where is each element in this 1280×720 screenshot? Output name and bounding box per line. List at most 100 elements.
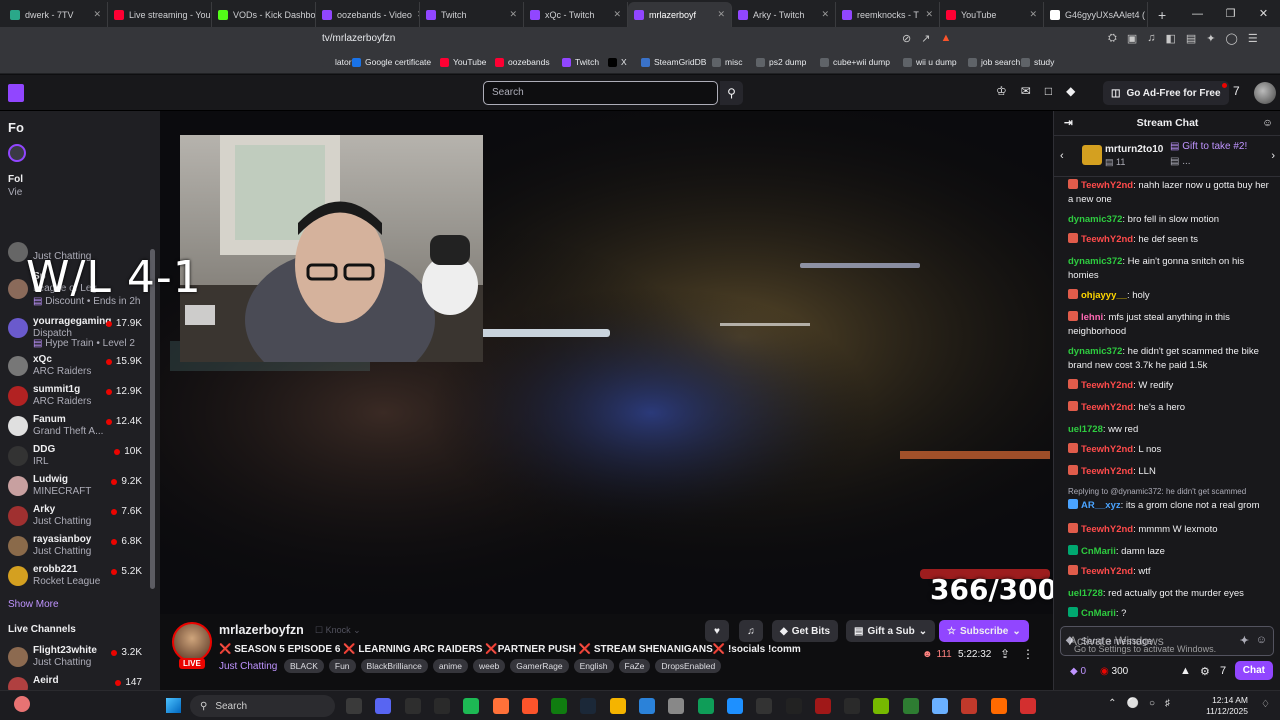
gift-user[interactable]: mrturn2to10 bbox=[1105, 144, 1163, 155]
sidebar-channel[interactable]: Fanum Grand Theft A... 12.4K bbox=[0, 412, 160, 442]
sidebar-channel[interactable]: DDG IRL 10K bbox=[0, 442, 160, 472]
url-text[interactable]: tv/mrlazerboyfzn bbox=[322, 33, 395, 44]
chat-username[interactable]: TeewhY2nd bbox=[1081, 380, 1133, 391]
chat-username[interactable]: lehni bbox=[1081, 312, 1103, 323]
bookmark-item[interactable]: lator bbox=[322, 57, 352, 67]
notifications-button[interactable]: ♫ bbox=[739, 620, 763, 642]
no-tracking-icon[interactable]: ⊘ bbox=[902, 32, 911, 45]
search-button[interactable]: ⚲ bbox=[720, 81, 743, 105]
streamer-avatar[interactable] bbox=[172, 622, 212, 662]
stream-tag[interactable]: DropsEnabled bbox=[655, 659, 722, 673]
taskbar-app-icon[interactable] bbox=[375, 698, 392, 714]
bookmark-item[interactable]: job search bbox=[968, 57, 1020, 67]
tab-close-icon[interactable]: ✕ bbox=[93, 9, 101, 20]
taskbar-app-icon[interactable] bbox=[726, 698, 743, 714]
follow-heart-button[interactable]: ♥ bbox=[705, 620, 729, 642]
taskbar-app-icon[interactable] bbox=[785, 698, 802, 714]
twitch-logo-icon[interactable] bbox=[8, 84, 24, 102]
emote-icon[interactable]: ☺ bbox=[1256, 634, 1267, 646]
channel-points[interactable]: ◉ 300 bbox=[1100, 666, 1128, 677]
taskbar-app-icon[interactable] bbox=[639, 698, 655, 714]
sidebar-avatar[interactable] bbox=[8, 144, 26, 162]
brave-shield-icon[interactable]: ▲ bbox=[940, 32, 951, 45]
live-channel[interactable]: Aeird 147 bbox=[0, 673, 160, 691]
taskbar-app-icon[interactable] bbox=[551, 698, 568, 714]
chat-username[interactable]: CnMarii bbox=[1081, 546, 1116, 557]
tab-close-icon[interactable]: ✕ bbox=[509, 9, 517, 20]
search-input[interactable]: Search bbox=[483, 81, 718, 105]
bookmark-item[interactable]: oozebands bbox=[495, 57, 550, 67]
share-icon[interactable]: ⇪ bbox=[1000, 647, 1010, 661]
show-more-link[interactable]: Show More bbox=[8, 599, 59, 610]
chevron-left-icon[interactable]: ‹ bbox=[1060, 150, 1064, 162]
chat-username[interactable]: AR__xyz bbox=[1081, 500, 1121, 511]
taskbar-app-icon[interactable] bbox=[346, 698, 362, 714]
taskbar-app-icon[interactable] bbox=[492, 698, 509, 714]
chat-username[interactable]: ohjayyy__ bbox=[1081, 290, 1127, 301]
browser-tab[interactable]: oozebands - Video✕ bbox=[316, 2, 420, 27]
extensions-icon[interactable]: ⛭ bbox=[1108, 32, 1117, 45]
chevron-right-icon[interactable]: › bbox=[1271, 150, 1275, 162]
tab-close-icon[interactable]: ✕ bbox=[717, 9, 725, 20]
notification-bell-icon[interactable]: ♢ bbox=[1261, 699, 1270, 710]
inbox-icon[interactable]: ✉ bbox=[1021, 84, 1031, 98]
7tv-chat-icon[interactable]: 7 bbox=[1220, 665, 1226, 677]
browser-tab[interactable]: Live streaming - You✕ bbox=[108, 2, 212, 27]
bits-icon[interactable]: ◆ bbox=[1066, 84, 1075, 98]
sidebar-channel[interactable]: rayasianboy Just Chatting 6.8K bbox=[0, 532, 160, 562]
taskbar-app-icon[interactable] bbox=[1019, 698, 1036, 714]
taskbar-app-icon[interactable] bbox=[932, 698, 948, 714]
taskbar-app-icon[interactable] bbox=[697, 698, 714, 714]
taskbar-app-icon[interactable] bbox=[756, 698, 773, 714]
tray-chevron-icon[interactable]: ⌃ bbox=[1108, 698, 1116, 709]
gift-sub-button[interactable]: ▤ Gift a Sub ⌄ bbox=[846, 620, 936, 642]
bits-balance[interactable]: ◆ 0 bbox=[1070, 666, 1086, 677]
new-tab-icon[interactable]: + bbox=[1148, 2, 1176, 27]
wifi-icon[interactable]: ○ bbox=[1149, 698, 1155, 709]
browser-tab[interactable]: Twitch ✕ bbox=[420, 2, 524, 27]
chat-username[interactable]: CnMarii bbox=[1081, 608, 1116, 619]
menu-icon[interactable]: ☰ bbox=[1248, 32, 1258, 45]
taskbar-app-icon[interactable] bbox=[902, 698, 919, 714]
browser-tab[interactable]: YouTube ✕ bbox=[940, 2, 1044, 27]
streamer-name[interactable]: mrlazerboyfzn bbox=[219, 623, 304, 637]
chat-username[interactable]: TeewhY2nd bbox=[1081, 402, 1133, 413]
stream-tag[interactable]: English bbox=[573, 659, 614, 673]
7tv-icon[interactable]: ▲ bbox=[1180, 665, 1191, 677]
bookmark-item[interactable]: X bbox=[608, 57, 627, 67]
bits-badge-icon[interactable]: ✦ bbox=[1240, 634, 1249, 647]
sidebar-channel[interactable]: summit1g ARC Raiders 12.9K bbox=[0, 382, 160, 412]
channel-avatar[interactable] bbox=[8, 279, 28, 299]
whispers-icon[interactable]: □ bbox=[1045, 84, 1052, 98]
wallet-icon[interactable]: ▤ bbox=[1186, 32, 1196, 45]
bookmark-item[interactable]: Google certificate bbox=[352, 57, 431, 67]
tab-close-icon[interactable]: ✕ bbox=[925, 9, 933, 20]
taskbar-search[interactable]: ⚲ Search bbox=[190, 695, 335, 717]
microphone-icon[interactable]: ⚪ bbox=[1127, 698, 1139, 709]
chat-username[interactable]: dynamic372 bbox=[1068, 256, 1122, 267]
music-icon[interactable]: ♫ bbox=[1147, 32, 1155, 45]
browser-tab[interactable]: reemknocks - T ✕ bbox=[836, 2, 940, 27]
chat-username[interactable]: uel1728 bbox=[1068, 424, 1103, 435]
tab-close-icon[interactable]: ✕ bbox=[613, 9, 621, 20]
chat-username[interactable]: TeewhY2nd bbox=[1081, 466, 1133, 477]
taskbar-app-icon[interactable] bbox=[433, 698, 450, 714]
volume-icon[interactable]: ♯ bbox=[1165, 698, 1170, 709]
start-icon[interactable] bbox=[166, 698, 181, 713]
close-icon[interactable]: ✕ bbox=[1247, 0, 1280, 27]
stream-tag[interactable]: anime bbox=[432, 659, 468, 673]
browser-tab[interactable]: xQc - Twitch ✕ bbox=[524, 2, 628, 27]
tab-close-icon[interactable]: ✕ bbox=[821, 9, 829, 20]
gift-cta[interactable]: ▤ Gift to take #2! bbox=[1170, 141, 1247, 152]
leo-icon[interactable]: ✦ bbox=[1206, 32, 1215, 45]
taskbar-app-icon[interactable] bbox=[668, 698, 685, 714]
taskbar-app-icon[interactable] bbox=[580, 698, 597, 714]
sidebar-channel[interactable]: Ludwig MINECRAFT 9.2K bbox=[0, 472, 160, 502]
taskbar-app-icon[interactable] bbox=[463, 698, 480, 714]
browser-tab[interactable]: VODs - Kick Dashbo✕ bbox=[212, 2, 316, 27]
sidebar-channel[interactable]: erobb221 Rocket League 5.2K bbox=[0, 562, 160, 592]
screenshot-icon[interactable]: ▣ bbox=[1127, 32, 1137, 45]
channel-avatar[interactable] bbox=[8, 242, 28, 262]
community-icon[interactable]: ☺ bbox=[1262, 111, 1273, 136]
chat-username[interactable]: TeewhY2nd bbox=[1081, 180, 1133, 191]
